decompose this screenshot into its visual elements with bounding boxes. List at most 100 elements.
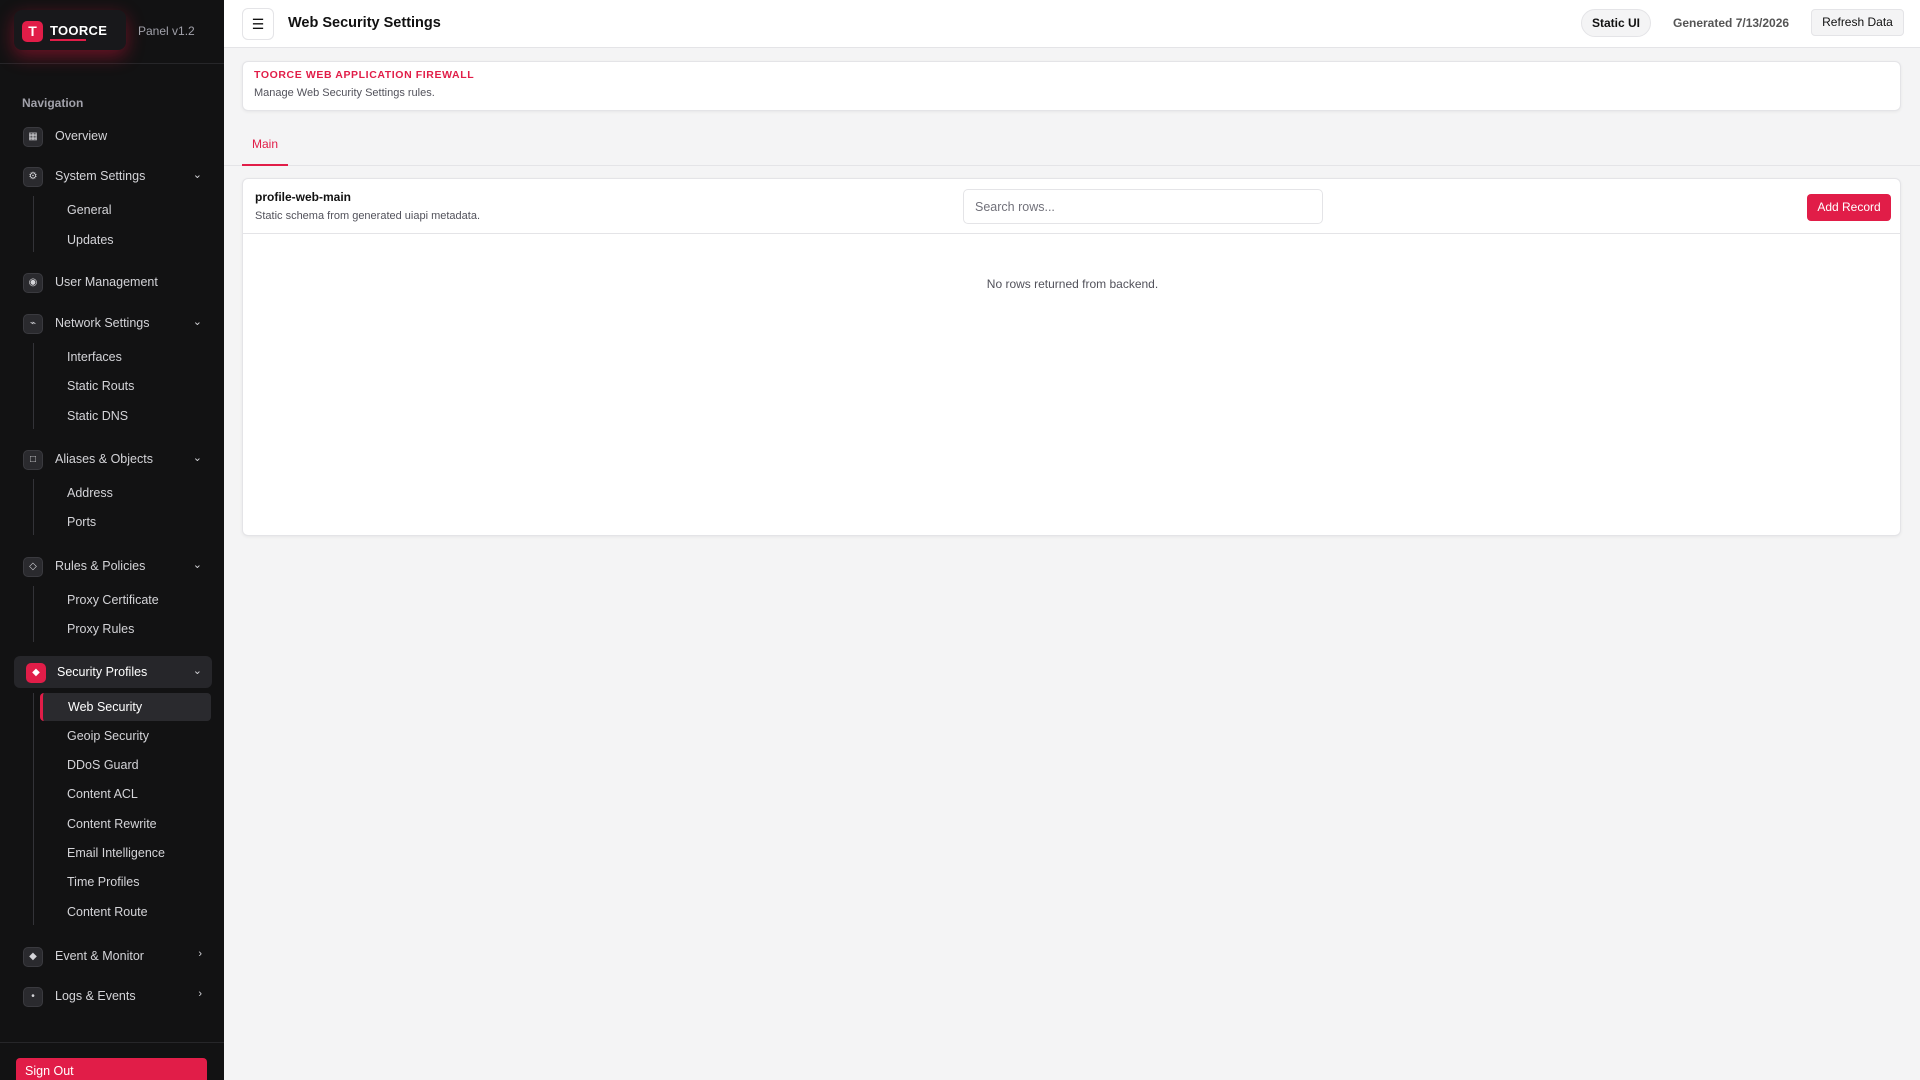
sidebar-item-system-settings[interactable]: ⚙ System Settings ⌄ — [14, 160, 212, 192]
chevron-right-icon: › — [198, 948, 202, 960]
sidebar-subitem-label: Content ACL — [67, 787, 138, 801]
brand-area: T TOORCE Panel v1.2 — [0, 0, 224, 64]
top-bar: ☰ Web Security Settings Static UI Genera… — [224, 0, 1920, 48]
sidebar-item-label: Rules & Policies — [55, 559, 146, 573]
sidebar-item-label: Network Settings — [55, 316, 150, 330]
network-icon: ⌁ — [23, 314, 43, 334]
sidebar-subitem-label: Content Rewrite — [67, 817, 157, 831]
menu-toggle-button[interactable]: ☰ — [242, 8, 274, 40]
sidebar-subitem-label: Address — [67, 486, 113, 500]
sidebar-item-label: Aliases & Objects — [55, 452, 153, 466]
sidebar-subitem-proxy-certificate[interactable]: Proxy Certificate — [42, 586, 211, 614]
chevron-down-icon: ⌄ — [192, 316, 202, 328]
sidebar-item-logs-events[interactable]: • Logs & Events › — [14, 980, 212, 1012]
table-card-header: profile-web-main Static schema from gene… — [243, 179, 1900, 234]
banner-subtitle: Manage Web Security Settings rules. — [254, 87, 435, 99]
sidebar-subitem-label: General — [67, 203, 112, 217]
sidebar-item-network-settings[interactable]: ⌁ Network Settings ⌄ — [14, 307, 212, 339]
sidebar-subitem-label: Static DNS — [67, 409, 129, 423]
sidebar-subitem-label: Content Route — [67, 905, 148, 919]
sidebar: T TOORCE Panel v1.2 Navigation ▦ Overvie… — [0, 0, 224, 1080]
search-input[interactable] — [963, 189, 1323, 224]
submenu-line — [33, 479, 34, 535]
grid-icon: ▦ — [23, 127, 43, 147]
submenu-line — [33, 196, 34, 252]
sidebar-subitem-label: DDoS Guard — [67, 758, 139, 772]
brand-underline — [50, 39, 86, 41]
tab-bar: Main — [224, 128, 1920, 166]
sidebar-subitem-content-route[interactable]: Content Route — [42, 898, 211, 926]
sidebar-item-security-profiles[interactable]: ◆ Security Profiles ⌄ — [14, 656, 212, 688]
add-record-button[interactable]: Add Record — [1807, 194, 1891, 221]
diamond-outline-icon: ◇ — [23, 557, 43, 577]
submenu-line — [33, 693, 34, 925]
table-subtitle: Static schema from generated uiapi metad… — [255, 210, 481, 222]
sidebar-item-rules-policies[interactable]: ◇ Rules & Policies ⌄ — [14, 550, 212, 582]
gear-icon: ⚙ — [23, 167, 43, 187]
sidebar-subitem-proxy-rules[interactable]: Proxy Rules — [42, 615, 211, 643]
sidebar-subitem-content-rewrite[interactable]: Content Rewrite — [42, 810, 211, 838]
monitor-icon: ◆ — [23, 947, 43, 967]
sidebar-subitem-interfaces[interactable]: Interfaces — [42, 343, 211, 371]
page-title: Web Security Settings — [288, 15, 441, 31]
tab-main[interactable]: Main — [242, 128, 289, 166]
sidebar-subitem-address[interactable]: Address — [42, 479, 211, 507]
generated-date: Generated 7/13/2026 — [1673, 16, 1790, 30]
sidebar-subitem-ddos-guard[interactable]: DDoS Guard — [42, 751, 211, 779]
sidebar-item-label: User Management — [55, 275, 158, 289]
divider — [0, 1042, 224, 1043]
empty-state-message: No rows returned from backend. — [986, 277, 1159, 291]
sidebar-item-user-management[interactable]: ◉ User Management — [14, 266, 212, 298]
sidebar-subitem-content-acl[interactable]: Content ACL — [42, 780, 211, 808]
sidebar-subitem-static-dns[interactable]: Static DNS — [42, 402, 211, 430]
sidebar-subitem-time-profiles[interactable]: Time Profiles — [42, 868, 211, 896]
chevron-down-icon: ⌄ — [192, 665, 202, 677]
sidebar-subitem-email-intelligence[interactable]: Email Intelligence — [42, 839, 211, 867]
sidebar-item-event-monitor[interactable]: ◆ Event & Monitor › — [14, 940, 212, 972]
brand-name: TOORCE — [50, 23, 108, 38]
user-icon: ◉ — [23, 273, 43, 293]
sidebar-item-label: Logs & Events — [55, 989, 136, 1003]
sidebar-subitem-geoip-security[interactable]: Geoip Security — [42, 722, 211, 750]
sidebar-item-label: Security Profiles — [57, 665, 148, 679]
hamburger-icon: ☰ — [251, 16, 265, 32]
table-title: profile-web-main — [255, 190, 352, 204]
sidebar-item-overview[interactable]: ▦ Overview — [14, 120, 212, 152]
sidebar-subitem-label: Time Profiles — [67, 875, 140, 889]
box-icon: □ — [23, 450, 43, 470]
nav-heading: Navigation — [22, 96, 84, 110]
sidebar-subitem-label: Ports — [67, 515, 97, 529]
chevron-down-icon: ⌄ — [192, 169, 202, 181]
sidebar-item-aliases-objects[interactable]: □ Aliases & Objects ⌄ — [14, 443, 212, 475]
chevron-down-icon: ⌄ — [192, 559, 202, 571]
sidebar-subitem-general[interactable]: General — [42, 196, 211, 224]
sidebar-subitem-label: Web Security — [68, 700, 143, 714]
sidebar-subitem-label: Email Intelligence — [67, 846, 165, 860]
submenu-line — [33, 586, 34, 642]
sidebar-subitem-updates[interactable]: Updates — [42, 226, 211, 254]
submenu-line — [33, 343, 34, 429]
refresh-data-button[interactable]: Refresh Data — [1811, 9, 1904, 36]
sidebar-item-label: Event & Monitor — [55, 949, 144, 963]
sidebar-subitem-label: Interfaces — [67, 350, 122, 364]
sidebar-subitem-static-routs[interactable]: Static Routs — [42, 372, 211, 400]
dot-icon: • — [23, 987, 43, 1007]
sidebar-subitem-label: Updates — [67, 233, 114, 247]
banner-title: TOORCE WEB APPLICATION FIREWALL — [254, 69, 475, 81]
sidebar-item-label: System Settings — [55, 169, 146, 183]
brand-logo-icon: T — [22, 21, 43, 42]
module-banner: TOORCE WEB APPLICATION FIREWALL Manage W… — [242, 61, 1901, 111]
panel-version: Panel v1.2 — [138, 24, 195, 38]
mode-badge: Static UI — [1581, 9, 1651, 37]
chevron-right-icon: › — [198, 988, 202, 1000]
chevron-down-icon: ⌄ — [192, 452, 202, 464]
sidebar-subitem-ports[interactable]: Ports — [42, 508, 211, 536]
sign-out-button[interactable]: Sign Out — [16, 1058, 207, 1080]
table-card: profile-web-main Static schema from gene… — [242, 178, 1901, 536]
sidebar-subitem-web-security[interactable]: Web Security — [40, 693, 211, 721]
sidebar-subitem-label: Static Routs — [67, 379, 135, 393]
sidebar-subitem-label: Proxy Rules — [67, 622, 135, 636]
shield-diamond-icon: ◆ — [26, 663, 46, 683]
sidebar-subitem-label: Proxy Certificate — [67, 593, 159, 607]
sidebar-subitem-label: Geoip Security — [67, 729, 149, 743]
